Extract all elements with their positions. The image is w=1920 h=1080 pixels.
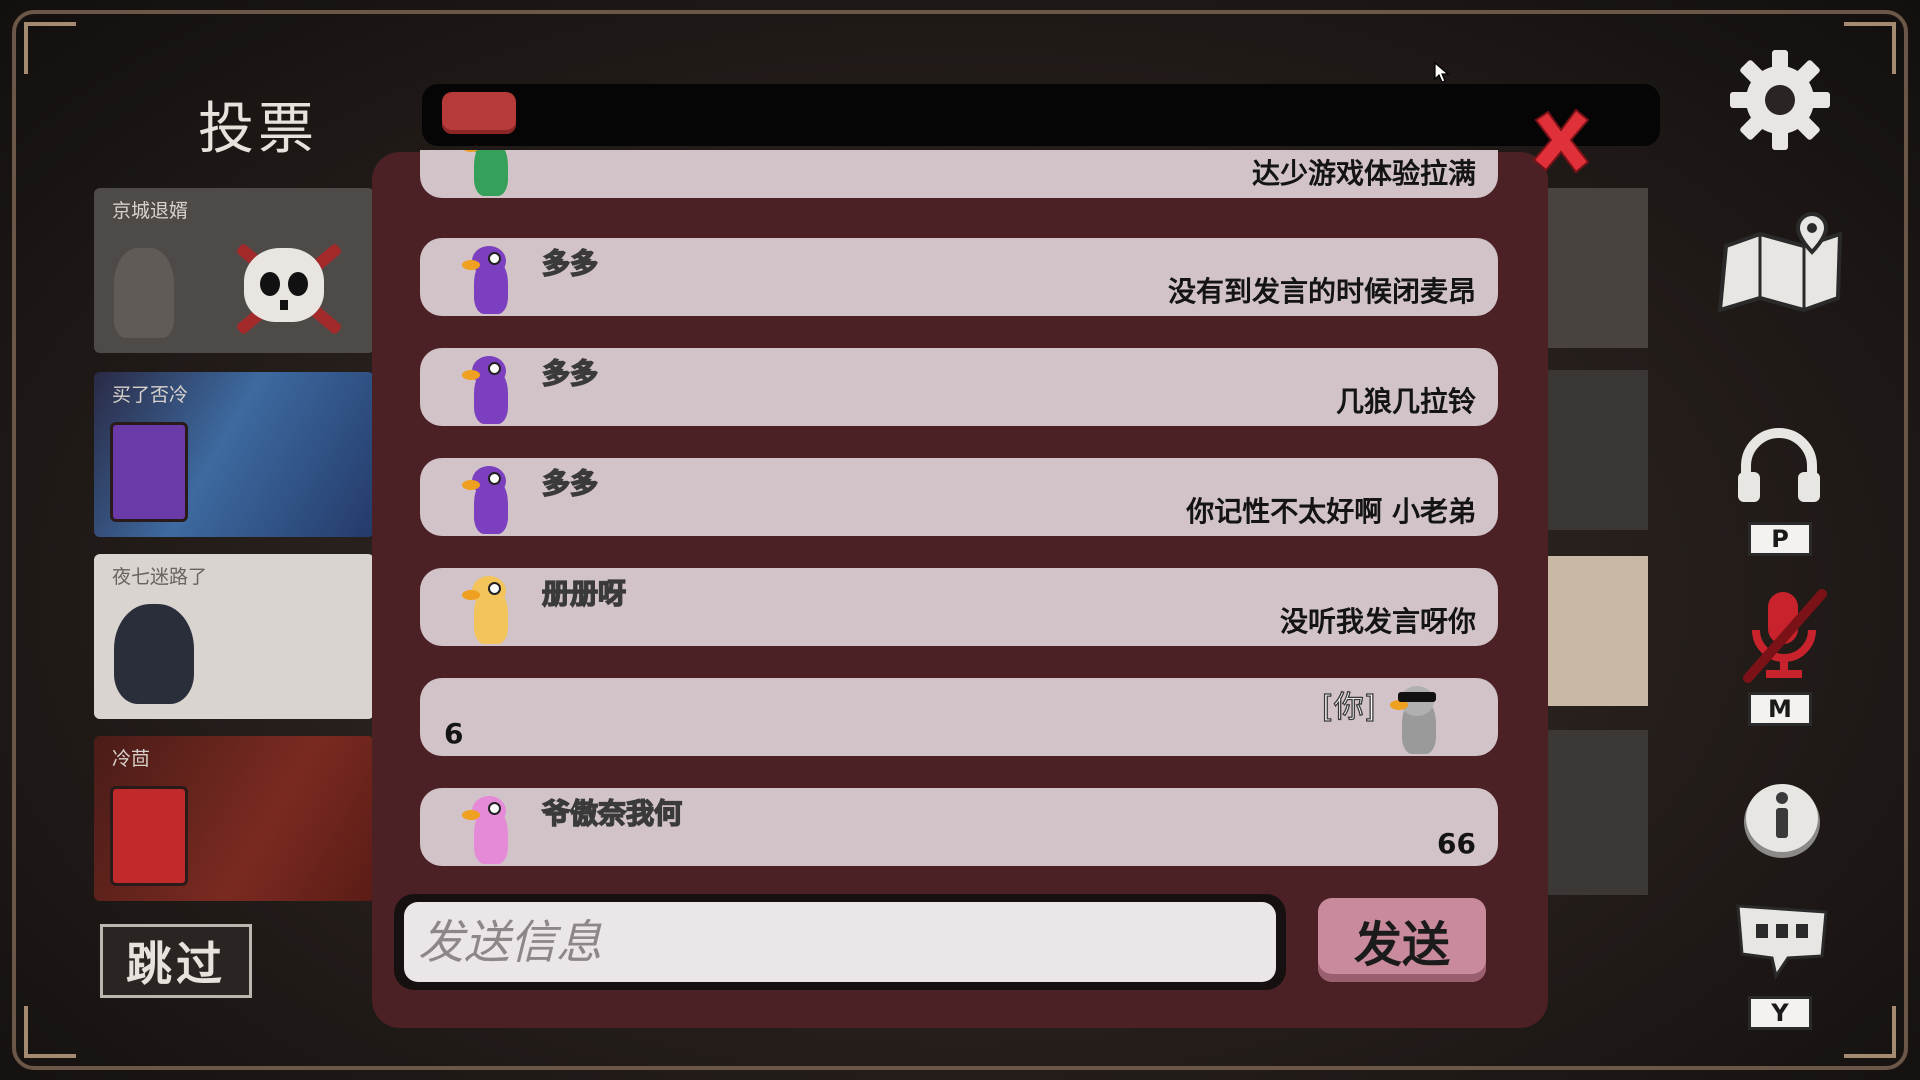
chat-sender: 多多: [541, 356, 599, 390]
chat-message-text: 没听我发言呀你: [1279, 605, 1476, 638]
chat-message-list[interactable]: 达少游戏体验拉满 多多 没有到发言的时候闭麦昂 多多 几狼几拉铃 多多 你记性不…: [420, 150, 1500, 878]
voice-key-label: P: [1748, 522, 1812, 556]
chat-message: 多多 没有到发言的时候闭麦昂: [420, 238, 1498, 316]
player-name: 买了否冷: [112, 384, 189, 406]
chat-message: 册册呀 没听我发言呀你: [420, 568, 1498, 646]
player-card-right[interactable]: [1540, 730, 1648, 895]
settings-gear-icon[interactable]: [1728, 48, 1832, 156]
mute-key-label: M: [1748, 692, 1812, 726]
vote-timer-fill: [442, 92, 516, 134]
chat-message: 达少游戏体验拉满: [420, 150, 1498, 198]
chat-sender: 多多: [541, 466, 599, 500]
chat-message: 多多 你记性不太好啊 小老弟: [420, 458, 1498, 536]
chat-bubble-icon[interactable]: [1732, 900, 1832, 984]
chat-message-text: 达少游戏体验拉满: [1251, 157, 1476, 190]
chat-avatar: [462, 466, 514, 534]
self-tag: [你]: [1321, 689, 1376, 725]
close-icon[interactable]: [1526, 106, 1596, 176]
player-name: 冷茴: [112, 748, 151, 770]
player-card[interactable]: 冷茴: [94, 736, 374, 901]
skull-icon: [244, 248, 324, 322]
player-portrait: [110, 422, 188, 522]
frame-corner: [24, 1006, 76, 1058]
ghost-avatar: [114, 248, 174, 338]
send-button[interactable]: 发送: [1318, 898, 1486, 982]
player-card[interactable]: 夜七迷路了: [94, 554, 374, 719]
frame-corner: [1844, 22, 1896, 74]
frame-corner: [1844, 1006, 1896, 1058]
chat-avatar: [462, 246, 514, 314]
chat-message-text: 66: [1437, 827, 1476, 860]
chat-avatar: [462, 796, 514, 864]
headphones-icon[interactable]: [1736, 428, 1822, 508]
player-avatar: [114, 604, 194, 704]
info-icon[interactable]: [1742, 772, 1822, 864]
chat-avatar: [1390, 686, 1442, 754]
map-icon[interactable]: [1716, 206, 1850, 320]
player-portrait: [110, 786, 188, 886]
chat-message-self: 6 [你]: [420, 678, 1498, 756]
player-name: 京城退婿: [112, 200, 189, 222]
chat-sender: 册册呀: [541, 576, 627, 610]
chat-avatar: [462, 576, 514, 644]
player-card-right[interactable]: [1540, 556, 1648, 706]
frame-corner: [24, 22, 76, 74]
chat-message-text: 你记性不太好啊 小老弟: [1186, 495, 1476, 528]
vote-title: 投票: [198, 97, 318, 162]
skip-button[interactable]: 跳过: [100, 924, 252, 998]
mic-muted-icon[interactable]: [1738, 586, 1830, 690]
chat-sender: 多多: [541, 246, 599, 280]
chat-sender: 爷傲奈我何: [541, 796, 683, 830]
chat-avatar: [462, 356, 514, 424]
player-card[interactable]: 京城退婿: [94, 188, 374, 353]
chat-message-text: 没有到发言的时候闭麦昂: [1167, 275, 1476, 308]
player-name: 夜七迷路了: [112, 566, 208, 588]
vote-timer-bar: [422, 84, 1660, 146]
player-card[interactable]: 买了否冷: [94, 372, 374, 537]
chat-avatar: [462, 150, 514, 196]
chat-message-text: 6: [444, 717, 464, 750]
player-card-right[interactable]: [1540, 370, 1648, 530]
mouse-cursor-icon: [1434, 61, 1450, 88]
chat-message-text: 几狼几拉铃: [1335, 385, 1476, 418]
message-input[interactable]: [404, 902, 1276, 982]
chat-message: 爷傲奈我何 66: [420, 788, 1498, 866]
player-card-right[interactable]: [1540, 188, 1648, 348]
chat-message: 多多 几狼几拉铃: [420, 348, 1498, 426]
chat-key-label: Y: [1748, 996, 1812, 1030]
